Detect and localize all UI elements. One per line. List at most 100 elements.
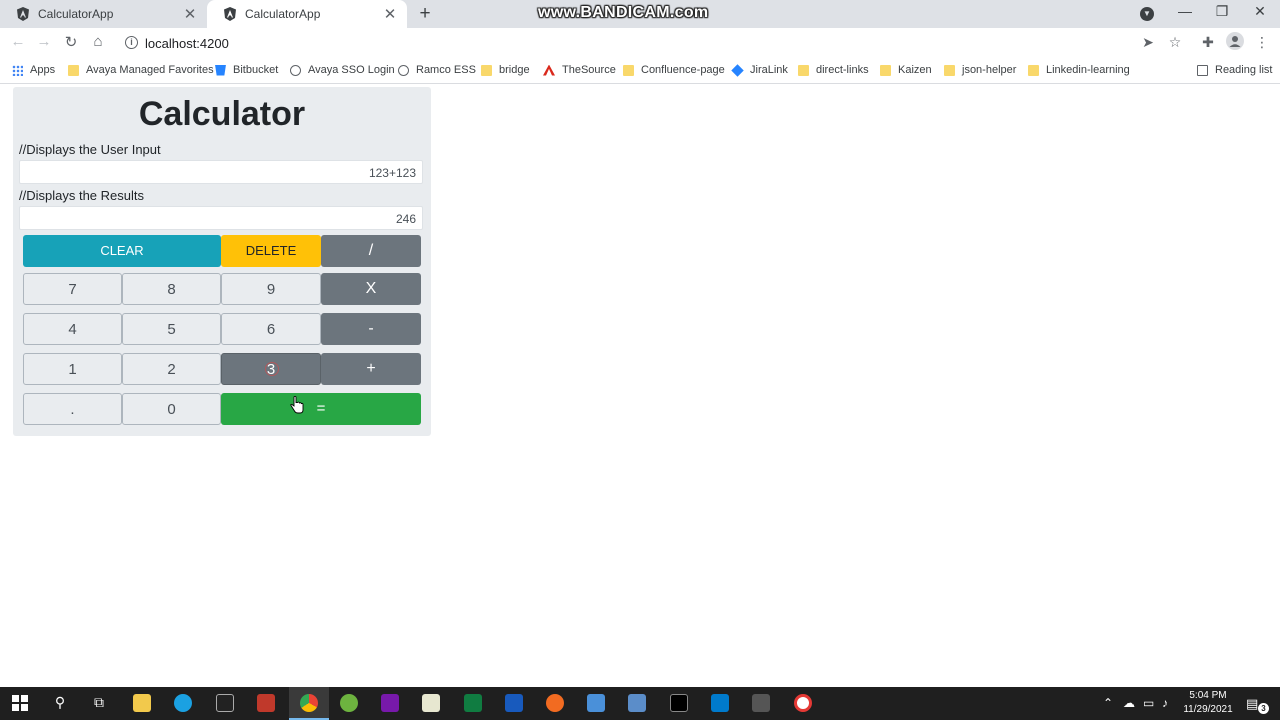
word-icon[interactable]: [505, 694, 523, 712]
bookmark-apps[interactable]: Apps: [12, 64, 55, 76]
digit-1-button[interactable]: 1: [23, 353, 122, 385]
folder-icon: [1028, 64, 1039, 76]
windows-taskbar: ⚲ ⧉ ⌃ ☁ ▭ ♪ 5:04 PM 11/29/2021 ▤ 3: [0, 687, 1280, 720]
notifications-icon[interactable]: ▤: [1246, 696, 1258, 712]
url-text: localhost:4200: [145, 36, 229, 51]
bandicam-record-icon[interactable]: [794, 694, 812, 712]
recorder-watermark: www.BANDICAM.com: [538, 4, 709, 21]
reading-list-button[interactable]: Reading list: [1197, 64, 1272, 76]
digit-7-button[interactable]: 7: [23, 273, 122, 305]
tab-calculatorapp-1[interactable]: CalculatorApp ✕: [0, 0, 207, 28]
digit-8-button[interactable]: 8: [122, 273, 221, 305]
bookmark-star-icon[interactable]: ☆: [1166, 34, 1184, 51]
tab-title: CalculatorApp: [245, 7, 321, 21]
bookmark-bridge[interactable]: bridge: [481, 64, 530, 76]
reload-icon[interactable]: ↻: [61, 33, 81, 51]
extensions-icon[interactable]: ✚: [1199, 34, 1217, 51]
bookmarks-bar: Apps Avaya Managed Favorites Bitbucket A…: [0, 59, 1280, 84]
postman-icon[interactable]: [546, 694, 564, 712]
tab-strip: CalculatorApp ✕ CalculatorApp ✕ + www.BA…: [0, 0, 1280, 28]
plus-button[interactable]: +: [321, 353, 421, 385]
back-icon[interactable]: ←: [8, 33, 28, 50]
bookmark-avaya-sso-login[interactable]: Avaya SSO Login: [290, 64, 395, 76]
file-explorer-icon[interactable]: [133, 694, 151, 712]
result-display: 246: [19, 206, 423, 230]
site-info-icon[interactable]: i: [125, 36, 138, 49]
digit-3-button[interactable]: 3: [221, 353, 321, 385]
minimize-icon[interactable]: —: [1175, 3, 1195, 19]
close-icon[interactable]: ✕: [183, 5, 197, 23]
home-icon[interactable]: ⌂: [88, 33, 108, 50]
digit-6-button[interactable]: 6: [221, 313, 321, 345]
bookmark-ramco-ess[interactable]: Ramco ESS: [398, 64, 476, 76]
tray-overflow-icon[interactable]: ⌃: [1103, 696, 1113, 710]
forward-icon[interactable]: →: [34, 33, 54, 50]
tab-search-icon[interactable]: ▼: [1140, 7, 1154, 21]
notepad-plus-icon[interactable]: [422, 694, 440, 712]
calculator-panel: Calculator //Displays the User Input 123…: [13, 87, 431, 436]
bookmark-linkedin-learning[interactable]: Linkedin-learning: [1028, 64, 1130, 76]
terminal-icon[interactable]: [670, 694, 688, 712]
calculator-app-icon[interactable]: [628, 694, 646, 712]
bookmark-confluence-page[interactable]: Confluence-page: [623, 64, 725, 76]
angular-icon: [224, 7, 236, 21]
toolbox-icon[interactable]: [257, 694, 275, 712]
bookmark-bitbucket[interactable]: Bitbucket: [215, 64, 278, 76]
bookmark-avaya-managed-favorites[interactable]: Avaya Managed Favorites: [68, 64, 214, 76]
bookmark-direct-links[interactable]: direct-links: [798, 64, 869, 76]
edge-icon[interactable]: [174, 694, 192, 712]
jira-icon: [731, 63, 744, 77]
rider-icon[interactable]: [216, 694, 234, 712]
digit-2-button[interactable]: 2: [122, 353, 221, 385]
reading-list-icon: [1197, 64, 1208, 76]
input-display: 123+123: [19, 160, 423, 184]
system-clock[interactable]: 5:04 PM 11/29/2021: [1180, 689, 1236, 717]
folder-icon: [944, 64, 955, 76]
onenote-icon[interactable]: [381, 694, 399, 712]
close-icon[interactable]: ✕: [383, 5, 397, 23]
digit-0-button[interactable]: 0: [122, 393, 221, 425]
restore-icon[interactable]: ❐: [1212, 3, 1232, 20]
send-icon[interactable]: ➤: [1139, 34, 1157, 51]
remote-desktop-icon[interactable]: [752, 694, 770, 712]
onedrive-icon[interactable]: ☁: [1123, 696, 1135, 710]
folder-icon: [68, 64, 79, 76]
delete-button[interactable]: DELETE: [221, 235, 321, 267]
spring-tools-icon[interactable]: [340, 694, 358, 712]
search-icon[interactable]: ⚲: [50, 694, 70, 711]
windows-start-icon[interactable]: [12, 695, 28, 711]
vscode-icon[interactable]: [711, 694, 729, 712]
bookmark-kaizen[interactable]: Kaizen: [880, 64, 932, 76]
clear-button[interactable]: CLEAR: [23, 235, 221, 267]
clock-date: 11/29/2021: [1183, 704, 1233, 715]
network-tool-icon[interactable]: [587, 694, 605, 712]
digit-9-button[interactable]: 9: [221, 273, 321, 305]
bitbucket-icon: [215, 64, 226, 76]
bookmark-jiralink[interactable]: JiraLink: [731, 63, 788, 77]
click-ripple-indicator: [265, 362, 279, 376]
profile-avatar-icon[interactable]: [1226, 32, 1244, 53]
bookmark-thesource[interactable]: TheSource: [543, 64, 616, 76]
multiply-button[interactable]: X: [321, 273, 421, 305]
bookmark-json-helper[interactable]: json-helper: [944, 64, 1016, 76]
chrome-icon[interactable]: [300, 694, 318, 712]
decimal-point-button[interactable]: .: [23, 393, 122, 425]
digit-5-button[interactable]: 5: [122, 313, 221, 345]
mouse-pointer-icon: [290, 396, 304, 414]
task-view-icon[interactable]: ⧉: [89, 694, 109, 711]
volume-icon[interactable]: ♪: [1162, 696, 1168, 710]
equals-button[interactable]: =: [221, 393, 421, 425]
excel-icon[interactable]: [464, 694, 482, 712]
tab-calculatorapp-2[interactable]: CalculatorApp ✕: [207, 0, 407, 28]
battery-icon[interactable]: ▭: [1143, 696, 1154, 710]
window-close-icon[interactable]: ✕: [1250, 3, 1270, 20]
menu-kebab-icon[interactable]: ⋮: [1253, 34, 1271, 51]
angular-icon: [17, 7, 29, 21]
digit-4-button[interactable]: 4: [23, 313, 122, 345]
divide-button[interactable]: /: [321, 235, 421, 267]
folder-icon: [798, 64, 809, 76]
clock-time: 5:04 PM: [1189, 690, 1227, 701]
minus-button[interactable]: -: [321, 313, 421, 345]
address-bar[interactable]: i localhost:4200: [118, 31, 1166, 56]
new-tab-button[interactable]: +: [414, 3, 436, 25]
